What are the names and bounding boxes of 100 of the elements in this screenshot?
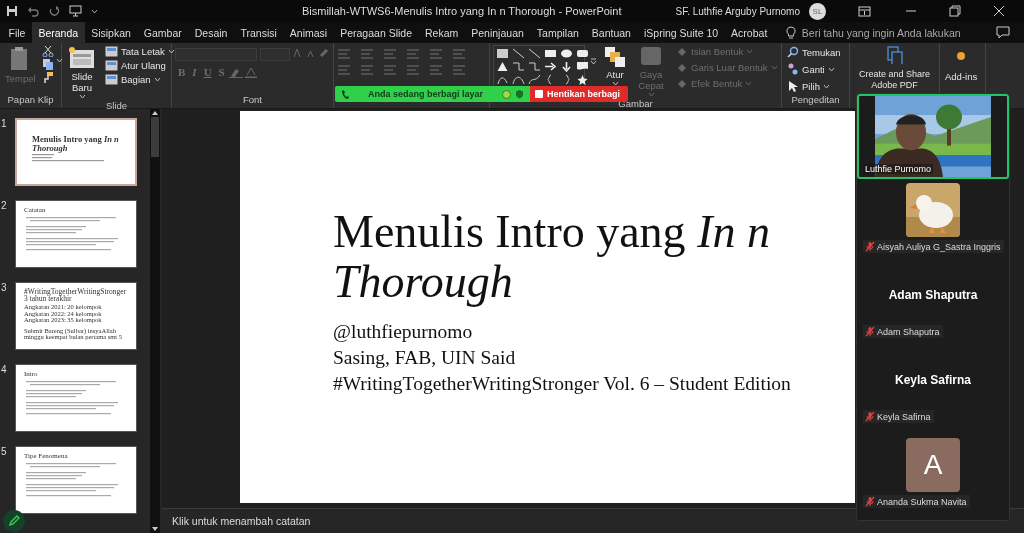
comments-icon[interactable] [996,26,1010,39]
clear-formatting-icon[interactable] [319,48,329,58]
highlight-icon[interactable] [228,66,243,78]
participant-name: Ananda Sukma Navita [877,496,967,507]
slide-title[interactable]: Menulis Intro yang In n Thorough [333,207,848,307]
find-button[interactable]: Temukan [785,45,843,59]
window-title: Bismillah-WTWS6-Menulis Intro yang In n Thorough - PowerPoint [300,5,623,17]
redo-icon[interactable] [48,5,60,17]
add-ins-button[interactable]: Add-ins [943,45,980,83]
shape-icon [512,61,525,72]
group-label: Papan Klip [7,94,54,105]
list-icon[interactable] [452,49,466,59]
align-icon[interactable] [383,65,397,75]
ribbon-tab[interactable]: Desain [188,22,234,43]
copy-icon[interactable] [41,58,54,70]
cut-icon[interactable] [41,45,54,57]
shape-icon [528,61,541,72]
shield-icon[interactable] [515,89,524,99]
layout-icon [105,46,118,57]
slide-subtitle-line[interactable]: #WritingTogetherWritingStronger Vol. 6 – Student Edition [333,371,855,397]
participant-name: Keyla Safirna [877,411,931,422]
group-label: Slide [105,100,128,111]
reset-button[interactable]: Atur Ulang [103,59,177,72]
pen-outline-icon [676,62,688,73]
align-icon[interactable] [360,65,374,75]
slide-thumbnail[interactable]: Menulis Intro yang In n Thorough [15,118,137,186]
ribbon-tab[interactable]: Bantuan [585,22,638,43]
shapes-gallery[interactable] [493,45,585,88]
font-name-field[interactable] [175,48,257,61]
slide-thumbnail-title: Menulis Intro yang In n Thorough [32,135,120,153]
ribbon-tab[interactable]: Peninjauan [464,22,531,43]
ribbon-display-icon[interactable] [858,5,871,17]
slide-subtitle-line[interactable]: @luthfiepurnomo [333,319,855,345]
notes-field[interactable]: Klik untuk menambah catatan [172,515,311,527]
ribbon-tab[interactable]: Peragaan Slide [333,22,419,43]
new-slide-button[interactable]: Slide Baru [65,45,99,100]
caret-icon [827,66,835,72]
grow-font-icon[interactable] [293,48,303,58]
user-name[interactable]: SF. Luthfie Arguby Purnomo [675,5,800,17]
ribbon-tab[interactable]: Beranda [31,22,85,43]
list-icon[interactable] [360,49,374,59]
align-icon[interactable] [452,65,466,75]
fill-bucket-icon [676,46,688,57]
close-icon[interactable] [993,5,1005,17]
stop-sharing-button[interactable]: Hentikan berbagi [530,86,628,102]
section-button[interactable]: Bagian [103,73,177,86]
ribbon-tab[interactable]: File [2,22,32,43]
scroll-down-icon[interactable] [151,525,159,533]
pause-icon[interactable] [502,89,511,99]
font-color-icon[interactable] [243,66,258,78]
caret-icon [55,58,63,63]
create-pdf-button[interactable]: Create and Share Adobe PDF [853,45,936,92]
participant-tile[interactable]: Luthfie Purnomo [857,94,1009,179]
align-icon[interactable] [406,65,420,75]
shape-icon [512,74,525,85]
caret-icon [153,77,161,82]
slide-number: 1 [0,118,8,131]
select-button[interactable]: Pilih [785,79,843,93]
shape-icon [560,48,573,59]
arrange-button[interactable]: Atur [602,45,628,87]
list-icon[interactable] [383,49,397,59]
group-label: Font [243,94,262,105]
ribbon-tab[interactable]: Acrobat [724,22,774,43]
replace-button[interactable]: Ganti [785,62,843,76]
caret-icon [611,81,619,86]
scrollbar[interactable] [150,109,160,533]
ribbon-tab[interactable]: Transisi [233,22,284,43]
list-icon[interactable] [337,49,351,59]
list-icon[interactable] [406,49,420,59]
replace-icon [787,63,799,75]
ribbon-tab[interactable]: iSpring Suite 10 [637,22,725,43]
undo-icon[interactable] [27,5,39,17]
search-icon [787,46,799,58]
restore-icon[interactable] [949,5,961,17]
caret-icon [822,83,830,89]
format-painter-icon[interactable] [41,71,54,83]
ribbon-tab[interactable]: Animasi [283,22,334,43]
user-avatar[interactable]: SL [809,2,826,20]
tell-me-field[interactable]: Beri tahu yang ingin Anda lakukan [801,26,961,39]
ribbon-tab[interactable]: Gambar [137,22,189,43]
slide-subtitle-line[interactable]: Sasing, FAB, UIN Said [333,345,855,371]
presentation-icon[interactable] [69,5,82,17]
caret-icon [746,49,754,54]
participant-tile[interactable]: Keyla Safirna Keyla Safirna [857,349,1009,434]
participant-tile[interactable]: A Ananda Sukma Navita [857,434,1009,519]
list-icon[interactable] [429,49,443,59]
shape-icon [496,74,509,85]
ribbon-tab[interactable]: Sisipkan [84,22,138,43]
ribbon-tab[interactable]: Tampilan [530,22,586,43]
scrollbar-thumb[interactable] [151,117,159,157]
align-icon[interactable] [337,65,351,75]
participant-tile[interactable]: Aisyah Auliya G_Sastra Inggris [857,179,1009,264]
slide-number: 2 [0,200,8,213]
ribbon-tab[interactable]: Rekam [418,22,465,43]
participant-tile[interactable]: Adam Shaputra Adam Shaputra [857,264,1009,349]
shrink-font-icon[interactable] [306,48,316,58]
shape-icon [576,74,589,85]
align-icon[interactable] [429,65,443,75]
shape-icon [496,48,509,59]
layout-button[interactable]: Tata Letak [103,45,177,58]
